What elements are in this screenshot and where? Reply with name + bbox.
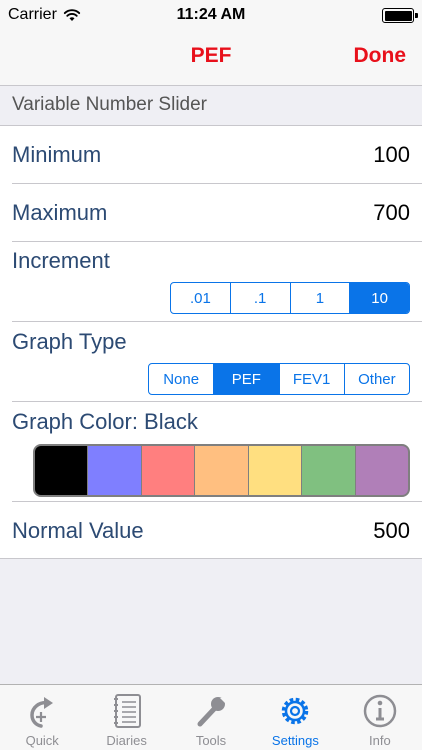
- tab-diaries-label: Diaries: [106, 733, 147, 748]
- tab-tools-label: Tools: [195, 733, 227, 748]
- color-swatch-red[interactable]: [141, 446, 195, 495]
- maximum-value[interactable]: 700: [373, 200, 410, 226]
- tab-settings-label: Settings: [271, 733, 319, 748]
- graph-type-option-fev1[interactable]: FEV1: [278, 364, 344, 394]
- settings-card: Minimum 100 Maximum 700 Increment .01 .1…: [0, 126, 422, 559]
- minimum-value[interactable]: 100: [373, 142, 410, 168]
- increment-segmented-control[interactable]: .01 .1 1 10: [170, 282, 410, 314]
- normal-value-row[interactable]: Normal Value 500: [0, 502, 422, 559]
- color-swatch-yellow[interactable]: [248, 446, 302, 495]
- notebook-icon: [113, 694, 141, 728]
- clock: 11:24 AM: [176, 6, 246, 23]
- color-swatch-orange[interactable]: [195, 446, 248, 495]
- normal-value-label: Normal Value: [12, 518, 144, 543]
- increment-label: Increment: [12, 248, 110, 273]
- tab-tools[interactable]: Tools: [169, 685, 253, 750]
- battery-icon: [382, 8, 418, 23]
- normal-value-value[interactable]: 500: [373, 518, 410, 544]
- increment-row: Increment .01 .1 1 10: [0, 242, 422, 322]
- color-palette[interactable]: [33, 444, 410, 497]
- gear-icon: [282, 697, 309, 725]
- tab-quick[interactable]: Quick: [0, 685, 84, 750]
- status-bar: Carrier 11:24 AM: [0, 0, 422, 30]
- section-header: Variable Number Slider: [0, 86, 422, 126]
- graph-type-row: Graph Type None PEF FEV1 Other: [0, 322, 422, 402]
- wrench-icon: [197, 697, 226, 727]
- graph-type-option-pef[interactable]: PEF: [213, 364, 279, 394]
- maximum-row[interactable]: Maximum 700: [0, 184, 422, 242]
- minimum-row[interactable]: Minimum 100: [0, 126, 422, 184]
- tab-settings[interactable]: Settings: [253, 685, 337, 750]
- info-icon: [363, 694, 397, 728]
- minimum-label: Minimum: [12, 142, 102, 167]
- maximum-label: Maximum: [12, 200, 108, 225]
- increment-option-10[interactable]: 10: [349, 283, 409, 313]
- graph-type-label: Graph Type: [12, 329, 127, 354]
- navigation-bar: PEF Done: [0, 30, 422, 86]
- tab-diaries[interactable]: Diaries: [84, 685, 168, 750]
- color-swatch-black[interactable]: [35, 446, 88, 495]
- increment-option-001[interactable]: .01: [171, 283, 230, 313]
- tab-bar: Quick Diaries Tools Settings Info: [0, 684, 422, 750]
- color-swatch-purple[interactable]: [355, 446, 408, 495]
- section-title: Variable Number Slider: [12, 94, 208, 115]
- done-button[interactable]: Done: [354, 44, 407, 68]
- tab-info[interactable]: Info: [338, 685, 422, 750]
- graph-type-option-none[interactable]: None: [149, 364, 213, 394]
- increment-option-1[interactable]: 1: [289, 283, 350, 313]
- graph-type-segmented-control[interactable]: None PEF FEV1 Other: [148, 363, 410, 395]
- color-swatch-blue[interactable]: [88, 446, 141, 495]
- graph-type-option-other[interactable]: Other: [343, 364, 409, 394]
- quick-add-icon: [30, 697, 54, 728]
- increment-option-01[interactable]: .1: [229, 283, 290, 313]
- tab-info-label: Info: [368, 733, 391, 748]
- graph-color-label: Graph Color: Black: [12, 409, 198, 434]
- color-swatch-green[interactable]: [302, 446, 355, 495]
- tab-quick-label: Quick: [25, 733, 59, 748]
